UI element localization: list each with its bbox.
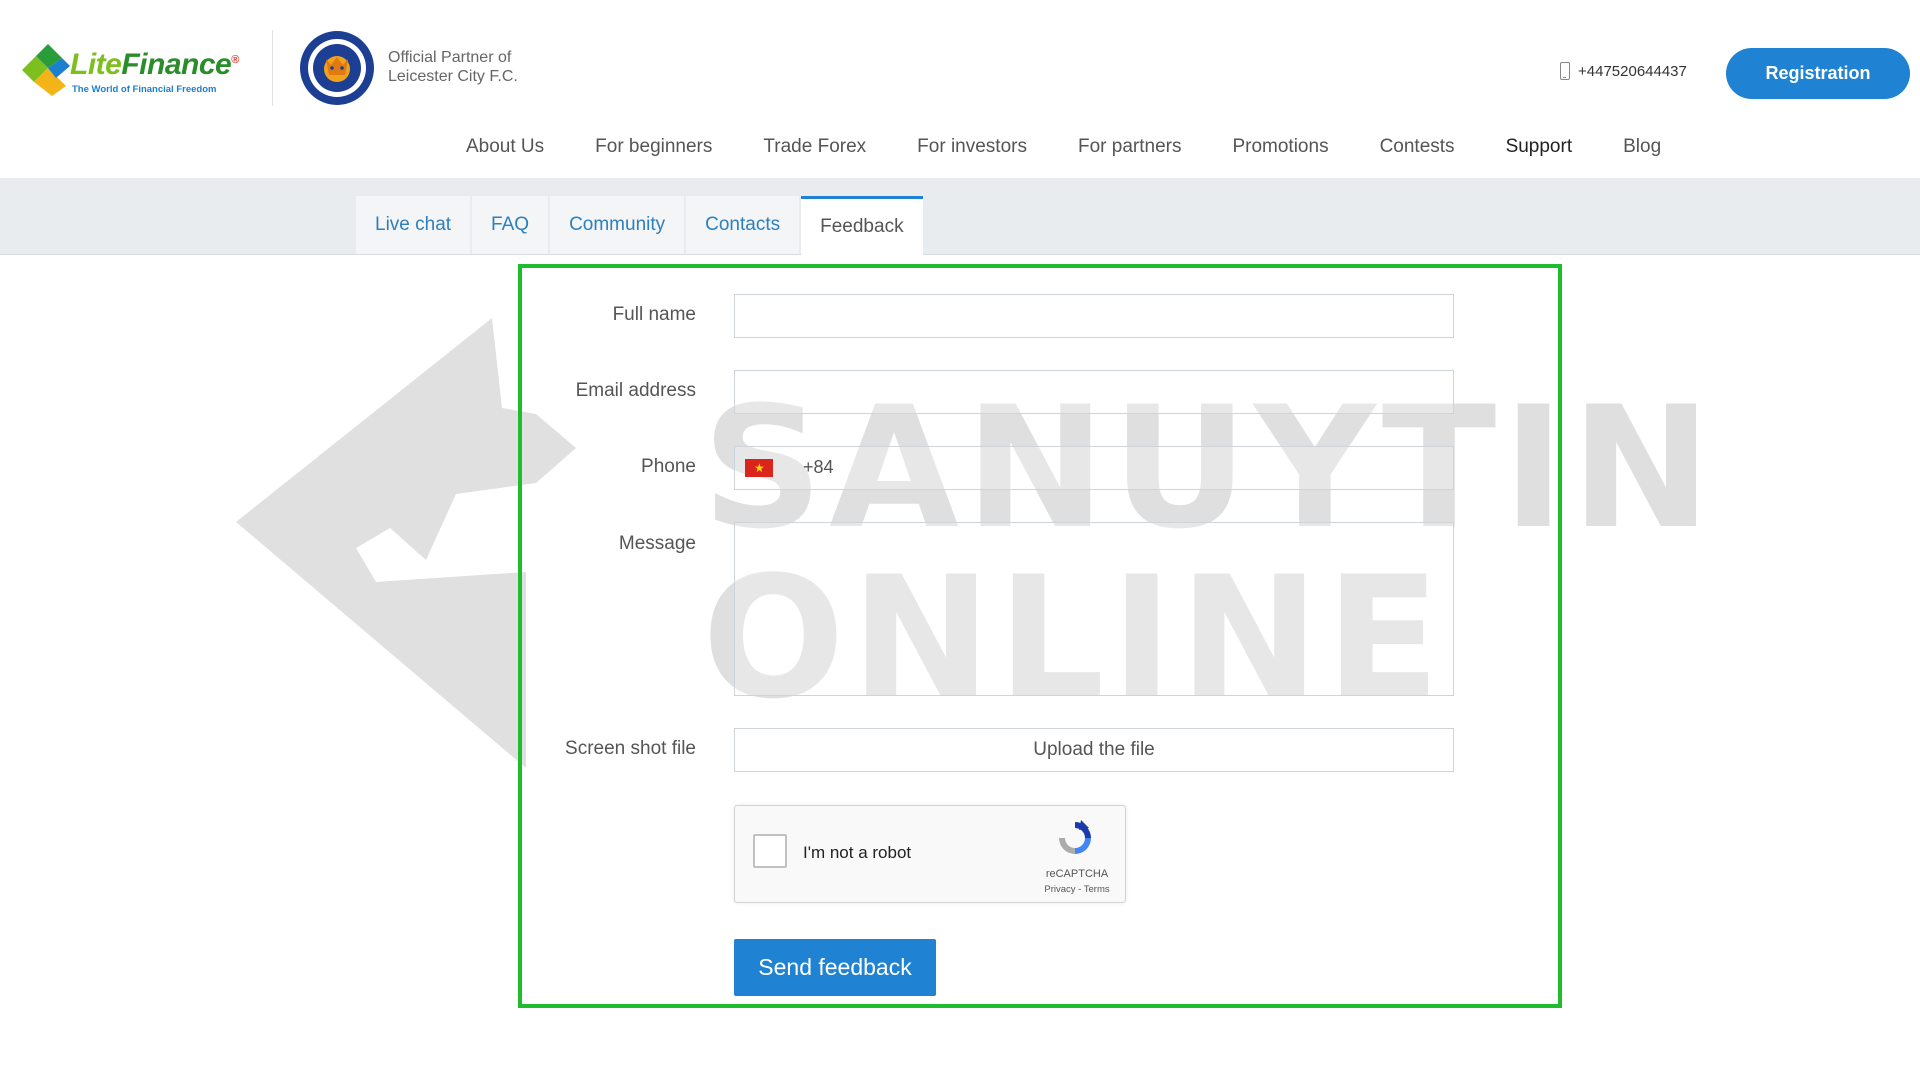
send-feedback-button[interactable]: Send feedback	[734, 939, 936, 996]
nav-item-contests[interactable]: Contests	[1380, 136, 1455, 158]
tab-live-chat[interactable]: Live chat	[356, 196, 471, 254]
full-name-label: Full name	[612, 304, 696, 325]
mobile-phone-icon	[1560, 62, 1570, 80]
main-nav: About Us For beginners Trade Forex For i…	[466, 136, 1712, 158]
full-name-field[interactable]	[734, 294, 1454, 338]
header-divider	[272, 30, 273, 106]
nav-item-about-us[interactable]: About Us	[466, 136, 544, 158]
nav-item-for-beginners[interactable]: For beginners	[595, 136, 712, 158]
nav-item-for-partners[interactable]: For partners	[1078, 136, 1181, 158]
support-tabs: Live chat FAQ Community Contacts Feedbac…	[356, 196, 925, 255]
header-phone[interactable]: +447520644437	[1560, 62, 1687, 80]
recaptcha-brand: reCAPTCHA	[1045, 868, 1109, 880]
nav-item-for-investors[interactable]: For investors	[917, 136, 1027, 158]
phone-label: Phone	[641, 456, 696, 477]
recaptcha-checkbox[interactable]	[753, 834, 787, 868]
partner-line-2: Leicester City F.C.	[388, 68, 518, 85]
nav-item-blog[interactable]: Blog	[1623, 136, 1661, 158]
email-label: Email address	[575, 380, 696, 401]
recaptcha-logo-icon	[1059, 820, 1091, 854]
email-field[interactable]	[734, 370, 1454, 414]
recaptcha-widget: I'm not a robot reCAPTCHA Privacy - Term…	[734, 805, 1126, 903]
screenshot-file-label: Screen shot file	[565, 738, 696, 759]
tab-feedback[interactable]: Feedback	[801, 196, 923, 255]
partner-line-1: Official Partner of	[388, 49, 512, 66]
vietnam-flag-icon[interactable]: ★	[745, 459, 773, 477]
logo-tagline: The World of Financial Freedom	[72, 84, 217, 95]
tab-community[interactable]: Community	[550, 196, 685, 254]
nav-item-promotions[interactable]: Promotions	[1232, 136, 1328, 158]
nav-item-support[interactable]: Support	[1506, 136, 1573, 158]
tab-contacts[interactable]: Contacts	[686, 196, 800, 254]
litefinance-logo[interactable]: LiteFinance® The World of Financial Free…	[18, 40, 248, 100]
recaptcha-privacy-terms[interactable]: Privacy - Terms	[1037, 884, 1117, 895]
site-header: LiteFinance® The World of Financial Free…	[0, 0, 1920, 178]
upload-file-button[interactable]: Upload the file	[734, 728, 1454, 772]
tab-faq[interactable]: FAQ	[472, 196, 549, 254]
recaptcha-label: I'm not a robot	[803, 843, 912, 862]
phone-country-code: +84	[803, 457, 834, 477]
partner-text: Official Partner of Leicester City F.C.	[388, 48, 518, 86]
message-label: Message	[618, 533, 696, 554]
leicester-city-badge-icon	[300, 31, 374, 105]
phone-field[interactable]: ★ +84	[734, 446, 1454, 490]
registration-button[interactable]: Registration	[1726, 48, 1910, 99]
phone-number: +447520644437	[1578, 62, 1687, 80]
logo-wordmark: LiteFinance®	[70, 48, 239, 81]
message-textarea[interactable]	[734, 522, 1454, 696]
litefinance-logo-icon	[22, 44, 70, 96]
nav-item-trade-forex[interactable]: Trade Forex	[763, 136, 866, 158]
support-subnav-bar	[0, 178, 1920, 255]
